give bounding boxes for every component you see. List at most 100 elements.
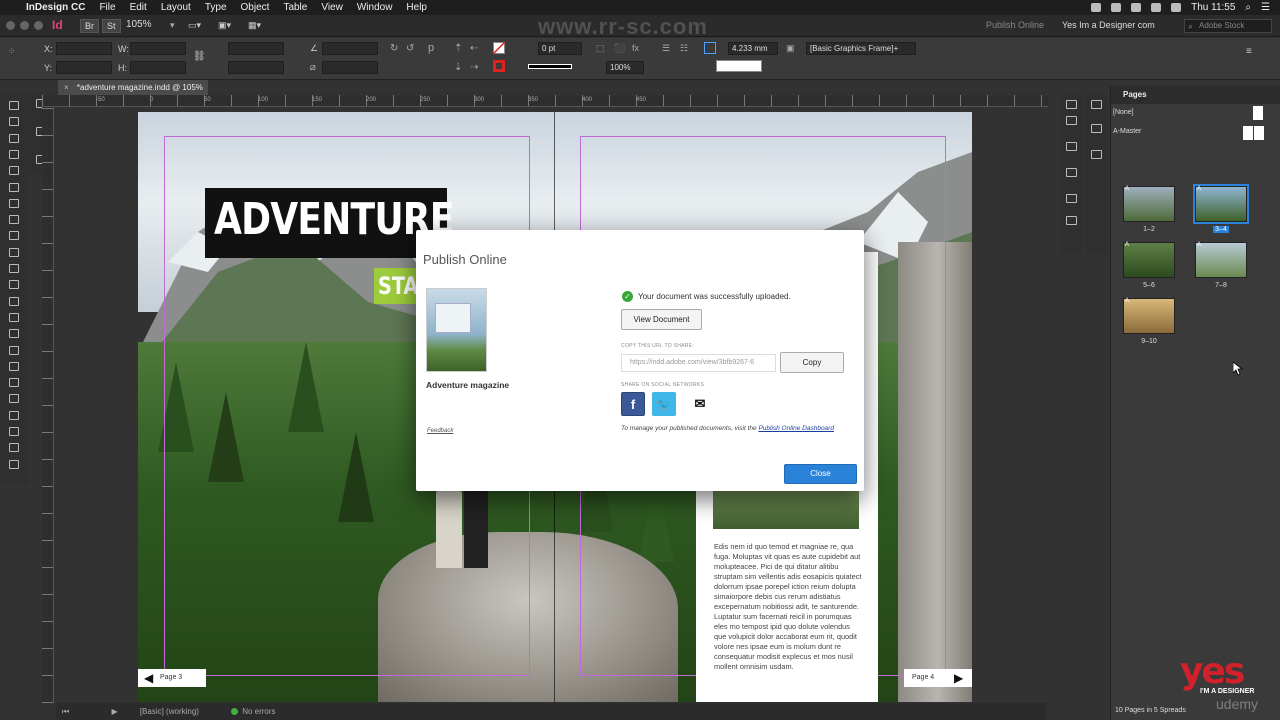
- reference-point-icon[interactable]: ⁘: [8, 46, 16, 57]
- spread-label[interactable]: 5–6: [1123, 282, 1175, 289]
- flip-horizontal-icon[interactable]: p: [428, 42, 434, 54]
- spread-thumbnail[interactable]: A: [1193, 184, 1249, 224]
- preflight-profile[interactable]: [Basic] (working): [140, 707, 199, 716]
- corner-offset-field[interactable]: 4.233 mm: [728, 42, 778, 55]
- type-tool-icon[interactable]: [7, 182, 21, 193]
- workspace-switcher[interactable]: Yes Im a Designer com: [1062, 20, 1155, 30]
- gmail-tray-icon[interactable]: [1111, 3, 1122, 12]
- w-field[interactable]: [130, 42, 186, 55]
- stroke-swatch[interactable]: [493, 60, 505, 72]
- pages-panel-title[interactable]: Pages: [1111, 86, 1280, 104]
- horizontal-ruler[interactable]: [42, 95, 1048, 107]
- next-page-icon[interactable]: ▶: [111, 707, 117, 716]
- note-tool-icon[interactable]: [7, 345, 21, 356]
- line-tool-icon[interactable]: [7, 198, 21, 209]
- menubar-clock[interactable]: Thu 11:55: [1191, 2, 1235, 13]
- master-none-thumb[interactable]: [1253, 106, 1263, 120]
- formatting-container-icon[interactable]: [7, 426, 21, 437]
- content-collector-icon[interactable]: [7, 165, 21, 176]
- gap-tool-icon[interactable]: [7, 149, 21, 160]
- y-field[interactable]: [56, 61, 112, 74]
- fill-swatch[interactable]: [493, 42, 505, 54]
- constrain-proportions-icon[interactable]: ⛓: [193, 51, 206, 62]
- select-content-icon[interactable]: ⇣: [454, 62, 462, 73]
- close-tab-icon[interactable]: ×: [64, 83, 69, 92]
- menu-view[interactable]: View: [321, 2, 343, 13]
- zoom-dropdown-icon[interactable]: ▾: [170, 20, 175, 31]
- rectangle-frame-tool-icon[interactable]: [7, 247, 21, 258]
- menu-file[interactable]: File: [99, 2, 115, 13]
- select-previous-icon[interactable]: ⇠: [470, 43, 478, 54]
- rotate-cw-icon[interactable]: ↻: [390, 43, 398, 54]
- text-wrap-icon[interactable]: ☰: [662, 43, 670, 54]
- wifi-icon[interactable]: [1151, 3, 1162, 12]
- gradient-feather-tool-icon[interactable]: [7, 328, 21, 339]
- pencil-tool-icon[interactable]: [7, 230, 21, 241]
- stroke-weight-field[interactable]: 0 pt: [538, 42, 582, 55]
- hand-tool-icon[interactable]: [7, 377, 21, 388]
- menu-edit[interactable]: Edit: [130, 2, 147, 13]
- article-image[interactable]: [713, 489, 859, 529]
- spread-thumbnail[interactable]: A: [1123, 242, 1175, 278]
- first-page-icon[interactable]: ⏮: [62, 707, 69, 716]
- share-url-field[interactable]: https://indd.adobe.com/view/3bfb9267-6: [621, 354, 776, 372]
- align-icon[interactable]: ☷: [680, 43, 688, 54]
- opacity-field[interactable]: 100%: [606, 61, 644, 74]
- free-transform-tool-icon[interactable]: [7, 296, 21, 307]
- email-share-icon[interactable]: ✉: [688, 392, 712, 416]
- dashboard-link[interactable]: Publish Online Dashboard: [758, 425, 834, 432]
- twitter-share-icon[interactable]: 🐦: [652, 392, 676, 416]
- screen-mode-icon[interactable]: [7, 459, 21, 470]
- scissors-tool-icon[interactable]: [7, 279, 21, 290]
- master-a[interactable]: A-Master: [1113, 128, 1141, 135]
- links-icon[interactable]: [1091, 150, 1102, 159]
- stock-search-input[interactable]: ⌕ Adobe Stock: [1184, 19, 1272, 33]
- publish-online-button[interactable]: Publish Online: [986, 20, 1044, 30]
- x-field[interactable]: [56, 42, 112, 55]
- properties-icon[interactable]: [1066, 100, 1077, 109]
- layers-icon[interactable]: [1091, 124, 1102, 133]
- bridge-button[interactable]: Br: [80, 19, 99, 33]
- copy-button[interactable]: Copy: [780, 352, 844, 373]
- scale-y-field[interactable]: [228, 61, 284, 74]
- menu-help[interactable]: Help: [406, 2, 427, 13]
- pages-panel-icon[interactable]: [1091, 100, 1102, 109]
- window-minimize-button[interactable]: [20, 21, 29, 30]
- fill-frame-icon[interactable]: ⬛: [614, 43, 625, 54]
- zoom-tool-icon[interactable]: [7, 393, 21, 404]
- select-next-icon[interactable]: ⇢: [470, 62, 478, 73]
- master-a-right-thumb[interactable]: [1254, 126, 1264, 140]
- zoom-level[interactable]: 105%: [126, 19, 152, 30]
- fill-stroke-icon[interactable]: [7, 410, 21, 421]
- window-close-button[interactable]: [6, 21, 15, 30]
- view-document-button[interactable]: View Document: [621, 309, 702, 330]
- spotlight-icon[interactable]: ⌕: [1245, 2, 1251, 13]
- menu-object[interactable]: Object: [241, 2, 270, 13]
- spread-thumbnail[interactable]: A: [1123, 298, 1175, 334]
- battery-icon[interactable]: [1171, 3, 1182, 12]
- feedback-link[interactable]: Feedback: [427, 428, 453, 434]
- screen-mode-icon[interactable]: ▣▾: [218, 20, 231, 31]
- document-tab[interactable]: × *adventure magazine.indd @ 105%: [58, 80, 208, 95]
- rotate-ccw-icon[interactable]: ↺: [406, 43, 414, 54]
- h-field[interactable]: [130, 61, 186, 74]
- menu-type[interactable]: Type: [205, 2, 227, 13]
- shear-field[interactable]: [322, 61, 378, 74]
- fitting-icon[interactable]: ⬚: [596, 43, 605, 54]
- align-panel-icon[interactable]: [1066, 194, 1077, 203]
- facebook-share-icon[interactable]: f: [621, 392, 645, 416]
- menu-layout[interactable]: Layout: [161, 2, 191, 13]
- close-button[interactable]: Close: [784, 464, 857, 484]
- swatches-icon[interactable]: [1066, 168, 1077, 177]
- cloud-tray-icon[interactable]: [1131, 3, 1142, 12]
- status-tray-icon[interactable]: [1091, 3, 1102, 12]
- master-none[interactable]: [None]: [1113, 109, 1134, 116]
- arrange-documents-icon[interactable]: ▦▾: [248, 20, 261, 31]
- subhead-text[interactable]: STA: [378, 272, 418, 300]
- stroke-preview[interactable]: [716, 60, 762, 72]
- article-body[interactable]: Edis nem id quo temod et magniae re, qua…: [714, 542, 862, 672]
- paragraph-icon[interactable]: [1066, 142, 1077, 151]
- master-a-left-thumb[interactable]: [1243, 126, 1253, 140]
- preflight-status[interactable]: No errors: [242, 707, 275, 716]
- view-options-icon[interactable]: ▭▾: [188, 20, 201, 31]
